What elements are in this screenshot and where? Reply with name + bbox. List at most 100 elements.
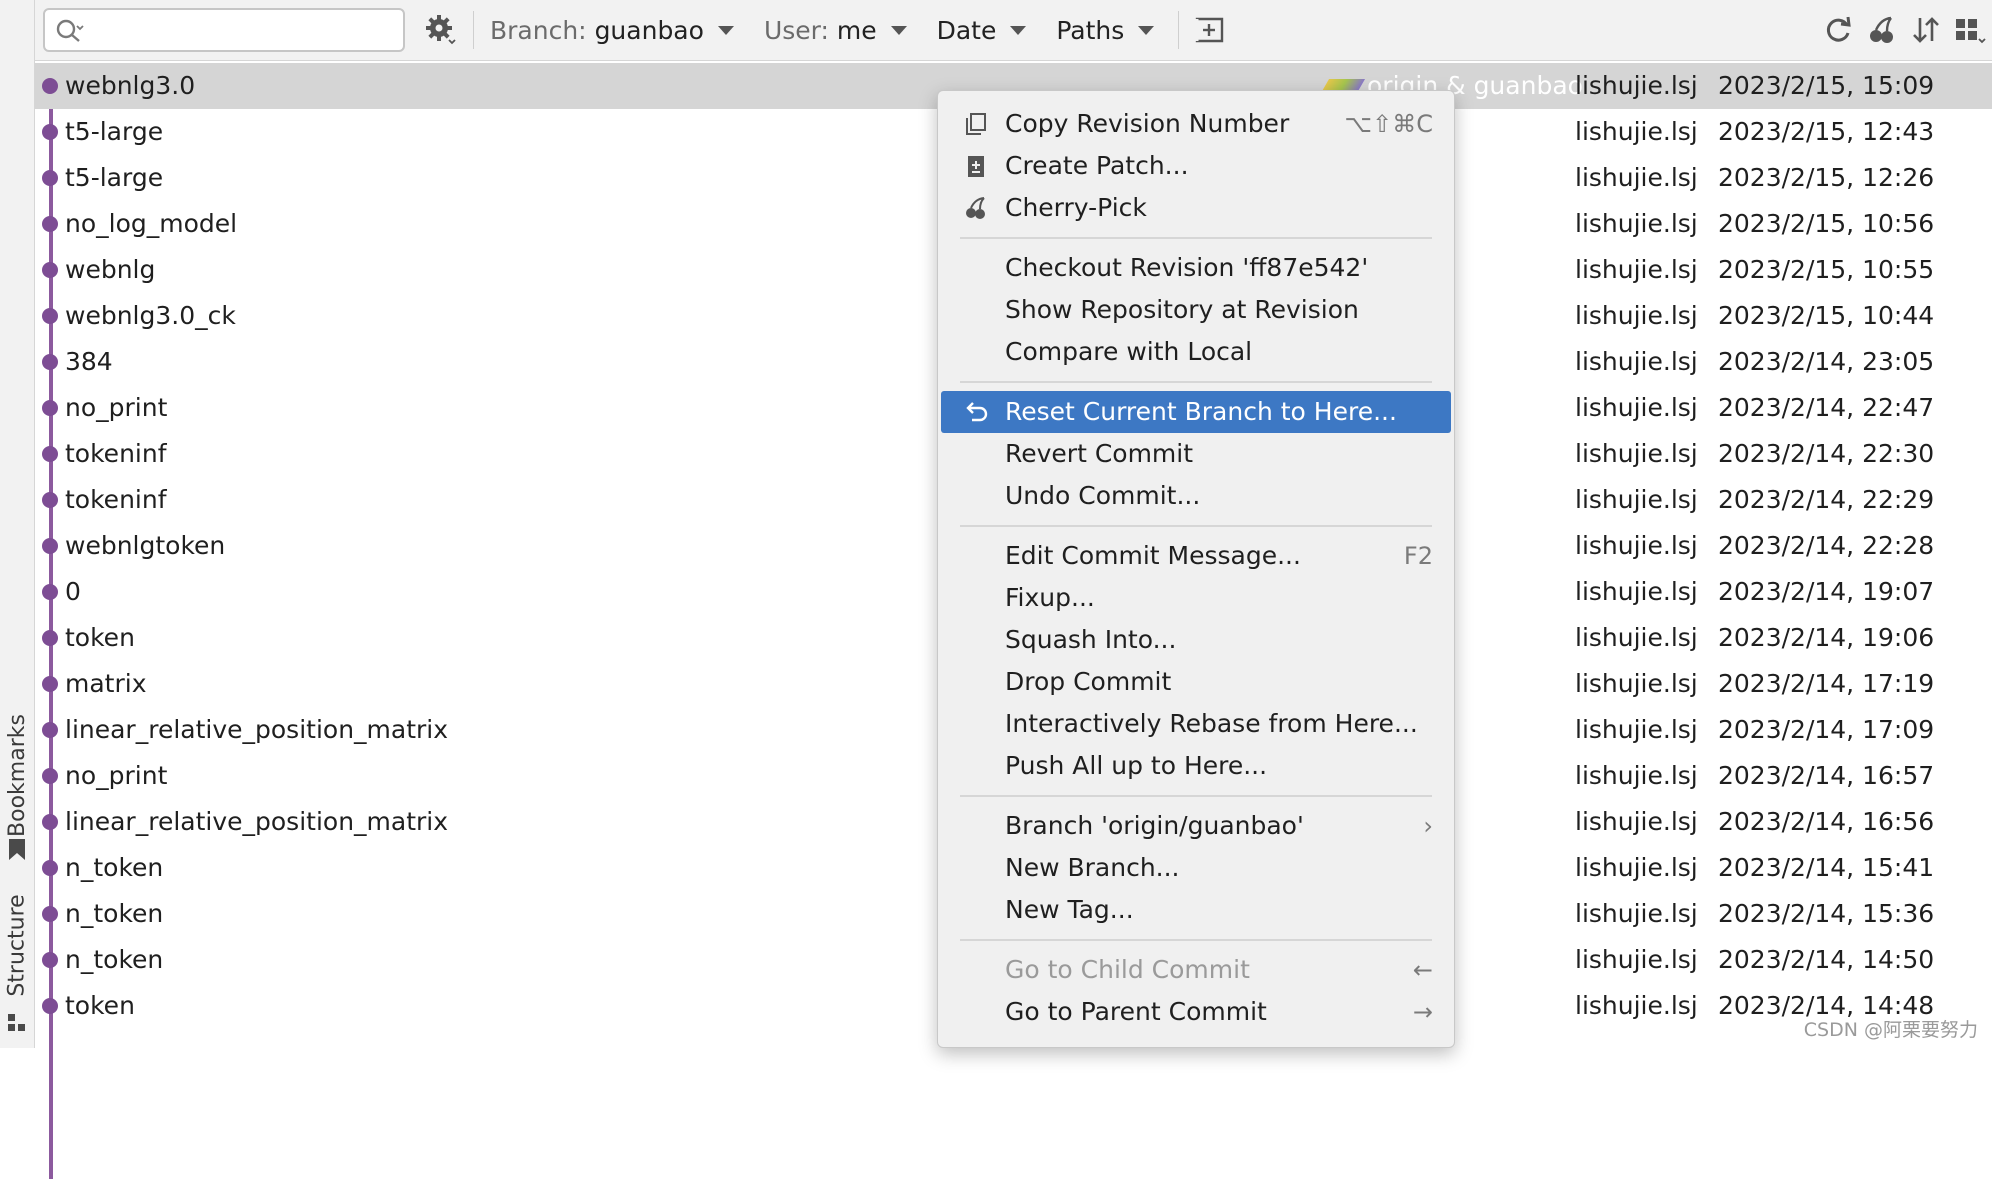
commit-node [42,722,58,738]
cherry-pick-button[interactable] [1860,6,1904,54]
settings-button[interactable] [419,6,463,54]
menu-item-drop-commit[interactable]: Drop Commit [941,661,1451,703]
search-box[interactable] [43,8,405,52]
bookmarks-tab[interactable]: Bookmarks [0,700,34,850]
new-tab-icon [1195,17,1224,43]
menu-item-label: Interactively Rebase from Here... [1005,709,1418,738]
commit-node [42,630,58,646]
menu-separator [960,939,1432,941]
date-filter[interactable]: Date [931,6,1033,54]
commit-author: lishujie.lsj [1575,209,1698,238]
menu-item-new-branch[interactable]: New Branch... [941,847,1451,889]
chevron-down-icon [717,25,734,35]
menu-item-checkout-revision-ff87e542[interactable]: Checkout Revision 'ff87e542' [941,247,1451,289]
menu-item-label: Edit Commit Message... [1005,541,1301,570]
menu-item-reset-current-branch-to-here[interactable]: Reset Current Branch to Here... [941,391,1451,433]
commit-date: 2023/2/14, 22:47 [1718,393,1935,422]
refresh-button[interactable] [1816,6,1860,54]
commit-date: 2023/2/14, 16:57 [1718,761,1935,790]
commit-date: 2023/2/14, 22:30 [1718,439,1935,468]
menu-item-label: Drop Commit [1005,667,1172,696]
menu-item-branch-origin-guanbao[interactable]: Branch 'origin/guanbao' › [941,805,1451,847]
sort-button[interactable] [1904,6,1948,54]
menu-item-label: Compare with Local [1005,337,1253,366]
commit-date: 2023/2/15, 10:56 [1718,209,1935,238]
menu-separator [960,237,1432,239]
menu-item-go-to-child-commit: Go to Child Commit ← [941,949,1451,991]
reset-icon [966,402,988,422]
menu-item-revert-commit[interactable]: Revert Commit [941,433,1451,475]
menu-item-label: Reset Current Branch to Here... [1005,397,1397,426]
commit-date: 2023/2/14, 22:28 [1718,531,1935,560]
branch-filter-label: Branch: [490,15,587,45]
commit-node [42,584,58,600]
commit-date: 2023/2/14, 23:05 [1718,347,1935,376]
paths-filter[interactable]: Paths [1050,6,1160,54]
structure-tab[interactable]: Structure [0,885,34,1005]
menu-item-copy-revision-number[interactable]: Copy Revision Number ⌥⇧⌘C [941,103,1451,145]
menu-item-fixup[interactable]: Fixup... [941,577,1451,619]
commit-message: token [65,623,135,652]
commit-message: n_token [65,899,164,928]
menu-item-show-repository-at-revision[interactable]: Show Repository at Revision [941,289,1451,331]
branch-filter[interactable]: Branch: guanbao [484,6,740,54]
commit-node [42,124,58,140]
menu-item-label: Undo Commit... [1005,481,1201,510]
commit-message: n_token [65,945,164,974]
menu-item-go-to-parent-commit[interactable]: Go to Parent Commit → [941,991,1451,1033]
menu-item-label: Revert Commit [1005,439,1194,468]
commit-node [42,998,58,1014]
menu-item-label: New Tag... [1005,895,1134,924]
commit-author: lishujie.lsj [1575,163,1698,192]
commit-date: 2023/2/14, 17:09 [1718,715,1935,744]
search-input[interactable] [89,16,393,46]
commit-message: tokeninf [65,439,167,468]
menu-item-edit-commit-message[interactable]: Edit Commit Message... F2 [941,535,1451,577]
commit-author: lishujie.lsj [1575,623,1698,652]
commit-message: no_print [65,393,168,422]
menu-item-label: Show Repository at Revision [1005,295,1359,324]
menu-item-label: Copy Revision Number [1005,109,1290,138]
commit-author: lishujie.lsj [1575,669,1698,698]
user-filter-value: me [836,15,877,45]
bookmarks-tab-label: Bookmarks [4,713,30,837]
commit-node [42,952,58,968]
menu-item-label: Checkout Revision 'ff87e542' [1005,253,1369,282]
menu-item-cherry-pick[interactable]: Cherry-Pick [941,187,1451,229]
commit-message: t5-large [65,117,164,146]
user-filter[interactable]: User: me [758,6,913,54]
menu-item-new-tag[interactable]: New Tag... [941,889,1451,931]
commit-date: 2023/2/14, 15:36 [1718,899,1935,928]
commit-message: webnlg3.0 [65,71,196,100]
chevron-right-icon: › [1423,812,1433,840]
commit-author: lishujie.lsj [1575,439,1698,468]
menu-item-compare-with-local[interactable]: Compare with Local [941,331,1451,373]
commit-date: 2023/2/15, 15:09 [1718,71,1935,100]
commit-author: lishujie.lsj [1575,991,1698,1020]
layout-button[interactable] [1948,6,1992,54]
commit-node [42,78,58,94]
new-tab-button[interactable] [1189,6,1233,54]
menu-item-undo-commit[interactable]: Undo Commit... [941,475,1451,517]
commit-message: t5-large [65,163,164,192]
menu-item-shortcut: → [1412,998,1433,1026]
toolbar-separator [473,11,474,49]
menu-item-push-all-up-to-here[interactable]: Push All up to Here... [941,745,1451,787]
commit-message: 0 [65,577,81,606]
commit-date: 2023/2/14, 22:29 [1718,485,1935,514]
log-toolbar: Branch: guanbao User: me Date Paths [35,0,1992,61]
menu-item-shortcut: ⌥⇧⌘C [1344,110,1433,138]
commit-message: webnlg3.0_ck [65,301,236,330]
cherry-icon [1870,16,1893,43]
menu-item-label: Branch 'origin/guanbao' [1005,811,1304,840]
menu-item-squash-into[interactable]: Squash Into... [941,619,1451,661]
commit-author: lishujie.lsj [1575,945,1698,974]
commit-date: 2023/2/14, 19:06 [1718,623,1935,652]
menu-item-create-patch[interactable]: Create Patch... [941,145,1451,187]
commit-message: no_log_model [65,209,238,238]
commit-author: lishujie.lsj [1575,853,1698,882]
date-filter-label: Date [936,15,997,45]
menu-item-interactively-rebase-from-here[interactable]: Interactively Rebase from Here... [941,703,1451,745]
menu-item-label: Create Patch... [1005,151,1189,180]
commit-node [42,676,58,692]
